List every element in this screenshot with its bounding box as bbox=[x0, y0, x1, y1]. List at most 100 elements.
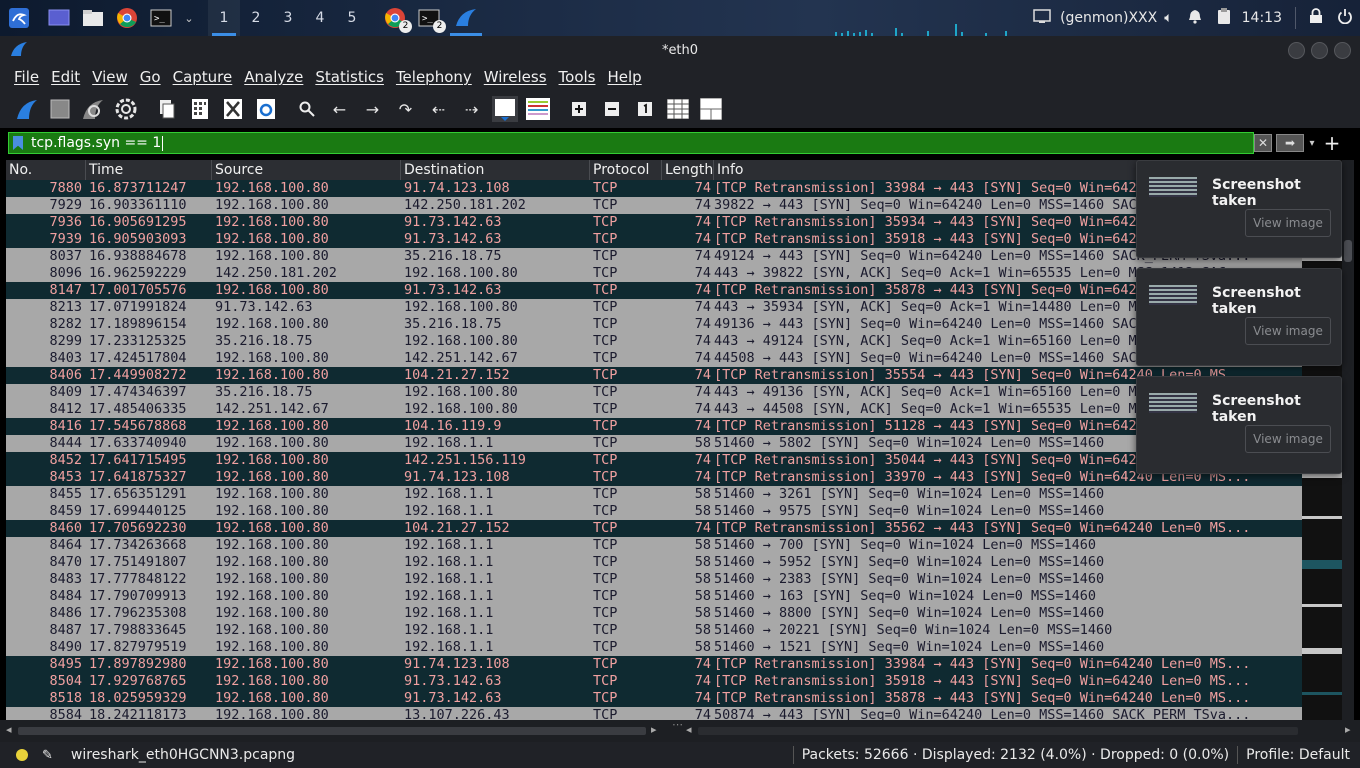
column-header-no[interactable]: No. bbox=[6, 160, 86, 180]
menu-statistics[interactable]: Statistics bbox=[315, 68, 384, 86]
chevron-down-icon[interactable]: ▾ bbox=[1304, 138, 1320, 149]
bell-icon[interactable] bbox=[1187, 8, 1203, 28]
menu-tools[interactable]: Tools bbox=[559, 68, 596, 86]
packet-row[interactable]: 8484 17.790709913 192.168.100.80 192.168.1.… bbox=[6, 588, 1302, 605]
edit-comment-icon[interactable]: ✎ bbox=[42, 748, 53, 763]
find-packet-icon[interactable] bbox=[294, 96, 320, 122]
add-filter-button[interactable]: + bbox=[1320, 133, 1344, 153]
menu-file[interactable]: File bbox=[14, 68, 39, 86]
chrome-window-button[interactable]: 2 bbox=[382, 5, 412, 33]
wireshark-window-button[interactable] bbox=[450, 0, 482, 36]
terminal-icon[interactable]: >_ bbox=[148, 5, 174, 31]
column-header-destination[interactable]: Destination bbox=[401, 160, 590, 180]
layout-icon[interactable] bbox=[698, 96, 724, 122]
workspace-4[interactable]: 4 bbox=[304, 0, 336, 36]
clear-filter-button[interactable]: ✕ bbox=[1254, 134, 1272, 152]
packet-row[interactable]: 8299 17.233125325 35.216.18.75 192.168.100.… bbox=[6, 333, 1302, 350]
minimize-button[interactable] bbox=[1288, 42, 1305, 59]
column-header-time[interactable]: Time bbox=[86, 160, 212, 180]
menu-edit[interactable]: Edit bbox=[51, 68, 80, 86]
packet-row[interactable]: 8495 17.897892980 192.168.100.80 91.74.123.… bbox=[6, 656, 1302, 673]
packet-row[interactable]: 8455 17.656351291 192.168.100.80 192.168.1.… bbox=[6, 486, 1302, 503]
scrollbar-track[interactable] bbox=[698, 727, 1298, 735]
splitter-handle[interactable]: ⋯ bbox=[672, 718, 683, 731]
menu-go[interactable]: Go bbox=[140, 68, 161, 86]
menu-capture[interactable]: Capture bbox=[173, 68, 233, 86]
menu-help[interactable]: Help bbox=[607, 68, 641, 86]
notification-toast[interactable]: Screenshot taken View image bbox=[1136, 268, 1342, 366]
packet-row[interactable]: 7939 16.905903093 192.168.100.80 91.73.142.… bbox=[6, 231, 1302, 248]
packet-row[interactable]: 8459 17.699440125 192.168.100.80 192.168.1.… bbox=[6, 503, 1302, 520]
save-file-icon[interactable] bbox=[187, 96, 213, 122]
start-capture-icon[interactable] bbox=[14, 96, 40, 122]
scrollbar-thumb[interactable] bbox=[1344, 240, 1352, 262]
stop-capture-icon[interactable] bbox=[47, 96, 73, 122]
packet-row[interactable]: 8403 17.424517804 192.168.100.80 142.251.14… bbox=[6, 350, 1302, 367]
go-forward-icon[interactable]: → bbox=[360, 96, 386, 122]
menu-wireless[interactable]: Wireless bbox=[484, 68, 547, 86]
workspace-2[interactable]: 2 bbox=[240, 0, 272, 36]
packet-row[interactable]: 8490 17.827979519 192.168.100.80 192.168.1.… bbox=[6, 639, 1302, 656]
notification-toast[interactable]: Screenshot taken View image bbox=[1136, 160, 1342, 258]
workspace-5[interactable]: 5 bbox=[336, 0, 368, 36]
packet-row[interactable]: 7880 16.873711247 192.168.100.80 91.74.123.… bbox=[6, 180, 1302, 197]
clock[interactable]: 14:13 bbox=[1242, 10, 1282, 26]
packet-row[interactable]: 8453 17.641875327 192.168.100.80 91.74.123.… bbox=[6, 469, 1302, 486]
packet-row[interactable]: 8409 17.474346397 35.216.18.75 192.168.100.… bbox=[6, 384, 1302, 401]
scroll-left-icon[interactable]: ◂ bbox=[686, 723, 692, 736]
resize-columns-icon[interactable] bbox=[665, 96, 691, 122]
genmon-label[interactable]: (genmon)XXX bbox=[1060, 10, 1157, 26]
column-header-source[interactable]: Source bbox=[212, 160, 401, 180]
lock-icon[interactable] bbox=[1309, 8, 1323, 28]
close-button[interactable] bbox=[1334, 42, 1351, 59]
maximize-button[interactable] bbox=[1311, 42, 1328, 59]
packet-row[interactable]: 8213 17.071991824 91.73.142.63 192.168.100.… bbox=[6, 299, 1302, 316]
packet-row[interactable]: 8464 17.734263668 192.168.100.80 192.168.1.… bbox=[6, 537, 1302, 554]
clipboard-icon[interactable] bbox=[1217, 7, 1231, 29]
zoom-in-icon[interactable] bbox=[566, 96, 592, 122]
display-filter-input[interactable]: tcp.flags.syn == 1 bbox=[8, 132, 1254, 154]
packet-row[interactable]: 8452 17.641715495 192.168.100.80 142.251.15… bbox=[6, 452, 1302, 469]
chevron-down-icon[interactable]: ⌄ bbox=[182, 5, 196, 31]
view-image-button[interactable]: View image bbox=[1245, 209, 1331, 237]
go-to-packet-icon[interactable]: ↷ bbox=[393, 96, 419, 122]
expert-info-icon[interactable] bbox=[16, 749, 28, 761]
scroll-left-icon[interactable]: ◂ bbox=[6, 723, 12, 736]
close-file-icon[interactable] bbox=[220, 96, 246, 122]
packet-row[interactable]: 8460 17.705692230 192.168.100.80 104.21.27.… bbox=[6, 520, 1302, 537]
packet-row[interactable]: 8487 17.798833645 192.168.100.80 192.168.1.… bbox=[6, 622, 1302, 639]
menu-analyze[interactable]: Analyze bbox=[244, 68, 303, 86]
packet-row[interactable]: 7936 16.905691295 192.168.100.80 91.73.142.… bbox=[6, 214, 1302, 231]
view-image-button[interactable]: View image bbox=[1245, 425, 1331, 453]
profile-indicator[interactable]: Profile: Default bbox=[1246, 747, 1350, 763]
packet-row[interactable]: 7929 16.903361110 192.168.100.80 142.250.18… bbox=[6, 197, 1302, 214]
vertical-scrollbar[interactable] bbox=[1342, 160, 1354, 720]
menu-view[interactable]: View bbox=[92, 68, 128, 86]
workspace-1[interactable]: 1 bbox=[208, 0, 240, 36]
scroll-right-icon[interactable]: ▸ bbox=[651, 723, 657, 736]
packet-row[interactable]: 8486 17.796235308 192.168.100.80 192.168.1.… bbox=[6, 605, 1302, 622]
packet-row[interactable]: 8584 18.242118173 192.168.100.80 13.107.226… bbox=[6, 707, 1302, 720]
packet-row[interactable]: 8518 18.025959329 192.168.100.80 91.73.142.… bbox=[6, 690, 1302, 707]
column-header-length[interactable]: Length bbox=[662, 160, 714, 180]
packet-row[interactable]: 8096 16.962592229 142.250.181.202 192.168.1… bbox=[6, 265, 1302, 282]
packet-row[interactable]: 8412 17.485406335 142.251.142.67 192.168.10… bbox=[6, 401, 1302, 418]
open-file-icon[interactable] bbox=[154, 96, 180, 122]
notification-toast[interactable]: Screenshot taken View image bbox=[1136, 376, 1342, 474]
packet-row[interactable]: 8444 17.633740940 192.168.100.80 192.168.1.… bbox=[6, 435, 1302, 452]
window-titlebar[interactable]: *eth0 bbox=[0, 36, 1360, 64]
display-icon[interactable] bbox=[1033, 8, 1051, 28]
terminal-window-button[interactable]: >_ 2 bbox=[416, 5, 446, 33]
packet-row[interactable]: 8147 17.001705576 192.168.100.80 91.73.142.… bbox=[6, 282, 1302, 299]
scroll-right-icon[interactable]: ▸ bbox=[1345, 723, 1351, 736]
column-header-protocol[interactable]: Protocol bbox=[590, 160, 662, 180]
first-packet-icon[interactable]: ⇠ bbox=[426, 96, 452, 122]
packet-row[interactable]: 8483 17.777848122 192.168.100.80 192.168.1.… bbox=[6, 571, 1302, 588]
last-packet-icon[interactable]: ⇢ bbox=[459, 96, 485, 122]
scrollbar-thumb[interactable] bbox=[18, 727, 646, 735]
go-back-icon[interactable]: ← bbox=[327, 96, 353, 122]
menu-telephony[interactable]: Telephony bbox=[396, 68, 472, 86]
packet-list[interactable]: No. Time Source Destination Protocol Len… bbox=[6, 160, 1302, 720]
volume-icon[interactable]: 🔈︎ bbox=[1164, 10, 1172, 26]
capture-options-icon[interactable] bbox=[113, 96, 139, 122]
